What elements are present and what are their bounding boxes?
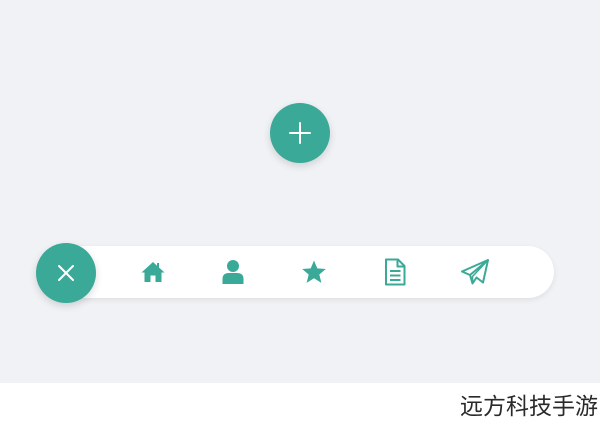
send-icon <box>461 259 489 285</box>
close-icon <box>58 265 74 281</box>
toolbar-send-button[interactable] <box>458 256 492 288</box>
home-icon <box>141 262 165 282</box>
toolbar-home-button[interactable] <box>136 256 170 288</box>
close-fab-button[interactable] <box>36 243 96 303</box>
toolbar-profile-button[interactable] <box>216 256 250 288</box>
plus-icon <box>289 122 311 144</box>
app-canvas: 远方科技手游 <box>0 0 600 423</box>
document-icon <box>385 258 406 286</box>
add-fab-button[interactable] <box>270 103 330 163</box>
star-icon <box>302 260 326 283</box>
watermark-text: 远方科技手游 <box>460 394 598 420</box>
user-icon <box>222 260 244 284</box>
toolbar-favorites-button[interactable] <box>297 256 331 288</box>
toolbar-document-button[interactable] <box>378 256 412 288</box>
